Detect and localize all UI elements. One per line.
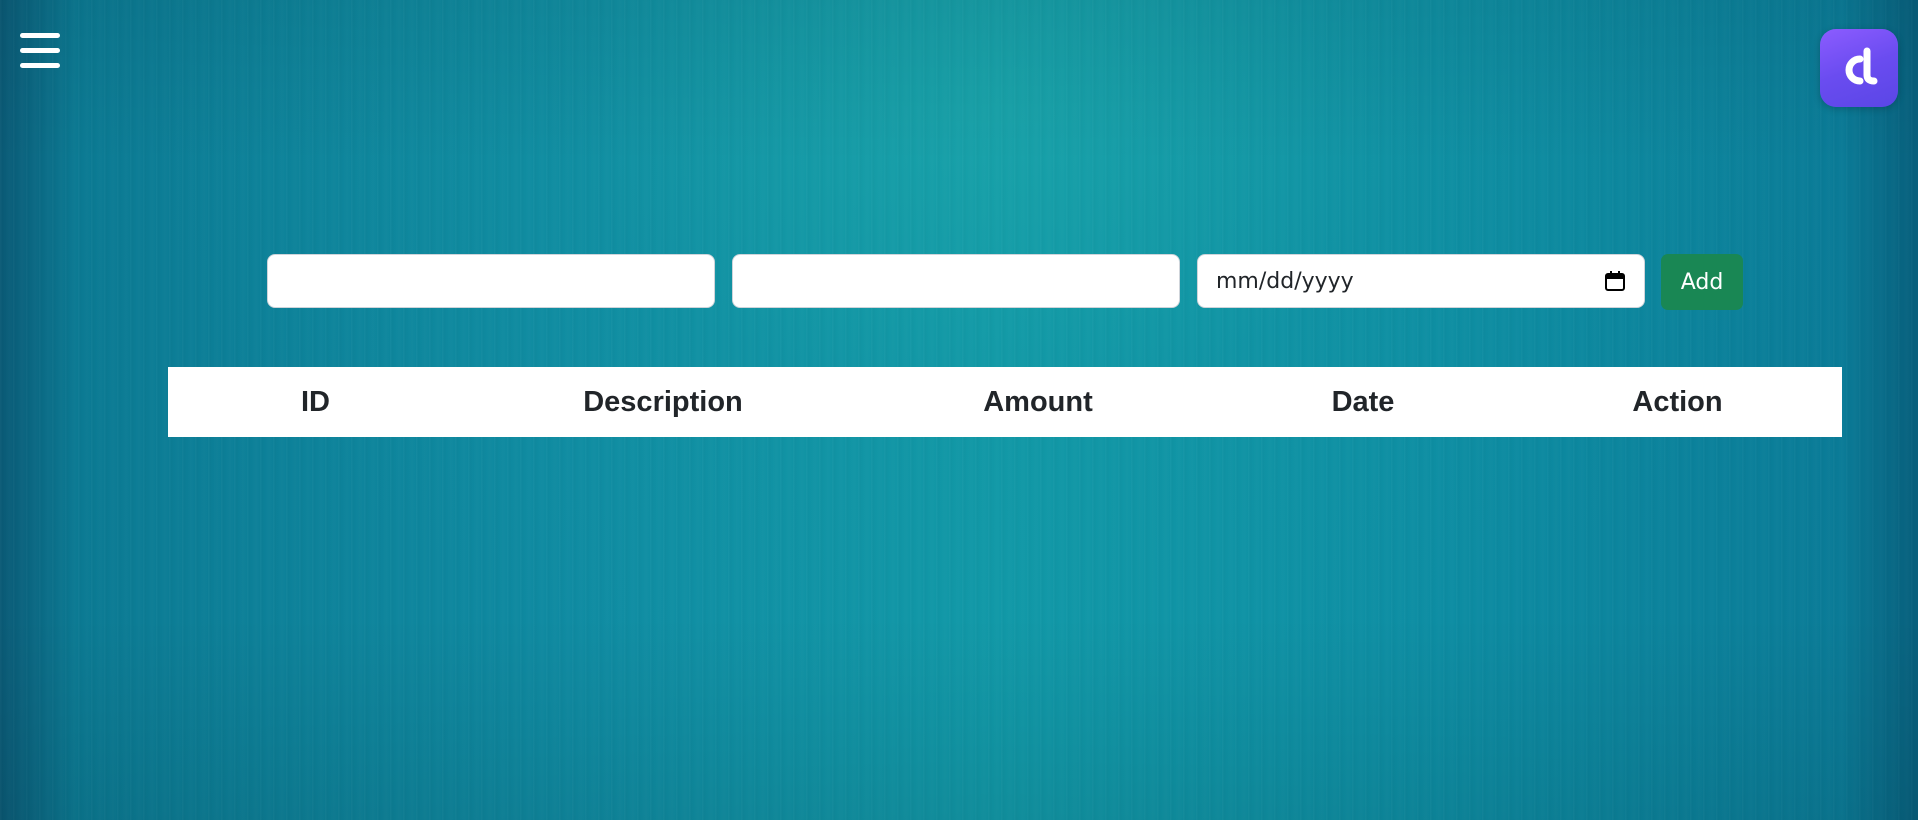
menu-bar <box>20 63 60 68</box>
menu-bar <box>20 48 60 53</box>
menu-bar <box>20 33 60 38</box>
calendar-icon[interactable] <box>1604 270 1626 292</box>
add-button[interactable]: Add <box>1661 254 1743 310</box>
expense-table: ID Description Amount Date Action <box>168 367 1842 437</box>
description-input[interactable] <box>267 254 715 308</box>
hamburger-menu-icon[interactable] <box>20 33 60 69</box>
date-placeholder: mm/dd/yyyy <box>1216 268 1354 294</box>
table-header-row: ID Description Amount Date Action <box>168 367 1842 437</box>
column-header-description: Description <box>583 385 743 418</box>
column-header-id: ID <box>301 385 330 418</box>
column-header-date: Date <box>1331 385 1395 418</box>
app-logo-icon[interactable] <box>1820 29 1898 107</box>
column-header-amount: Amount <box>983 385 1093 418</box>
logo-glyph-icon <box>1845 47 1878 85</box>
date-input[interactable]: mm/dd/yyyy <box>1197 254 1645 308</box>
column-header-action: Action <box>1632 385 1723 418</box>
amount-input[interactable] <box>732 254 1180 308</box>
